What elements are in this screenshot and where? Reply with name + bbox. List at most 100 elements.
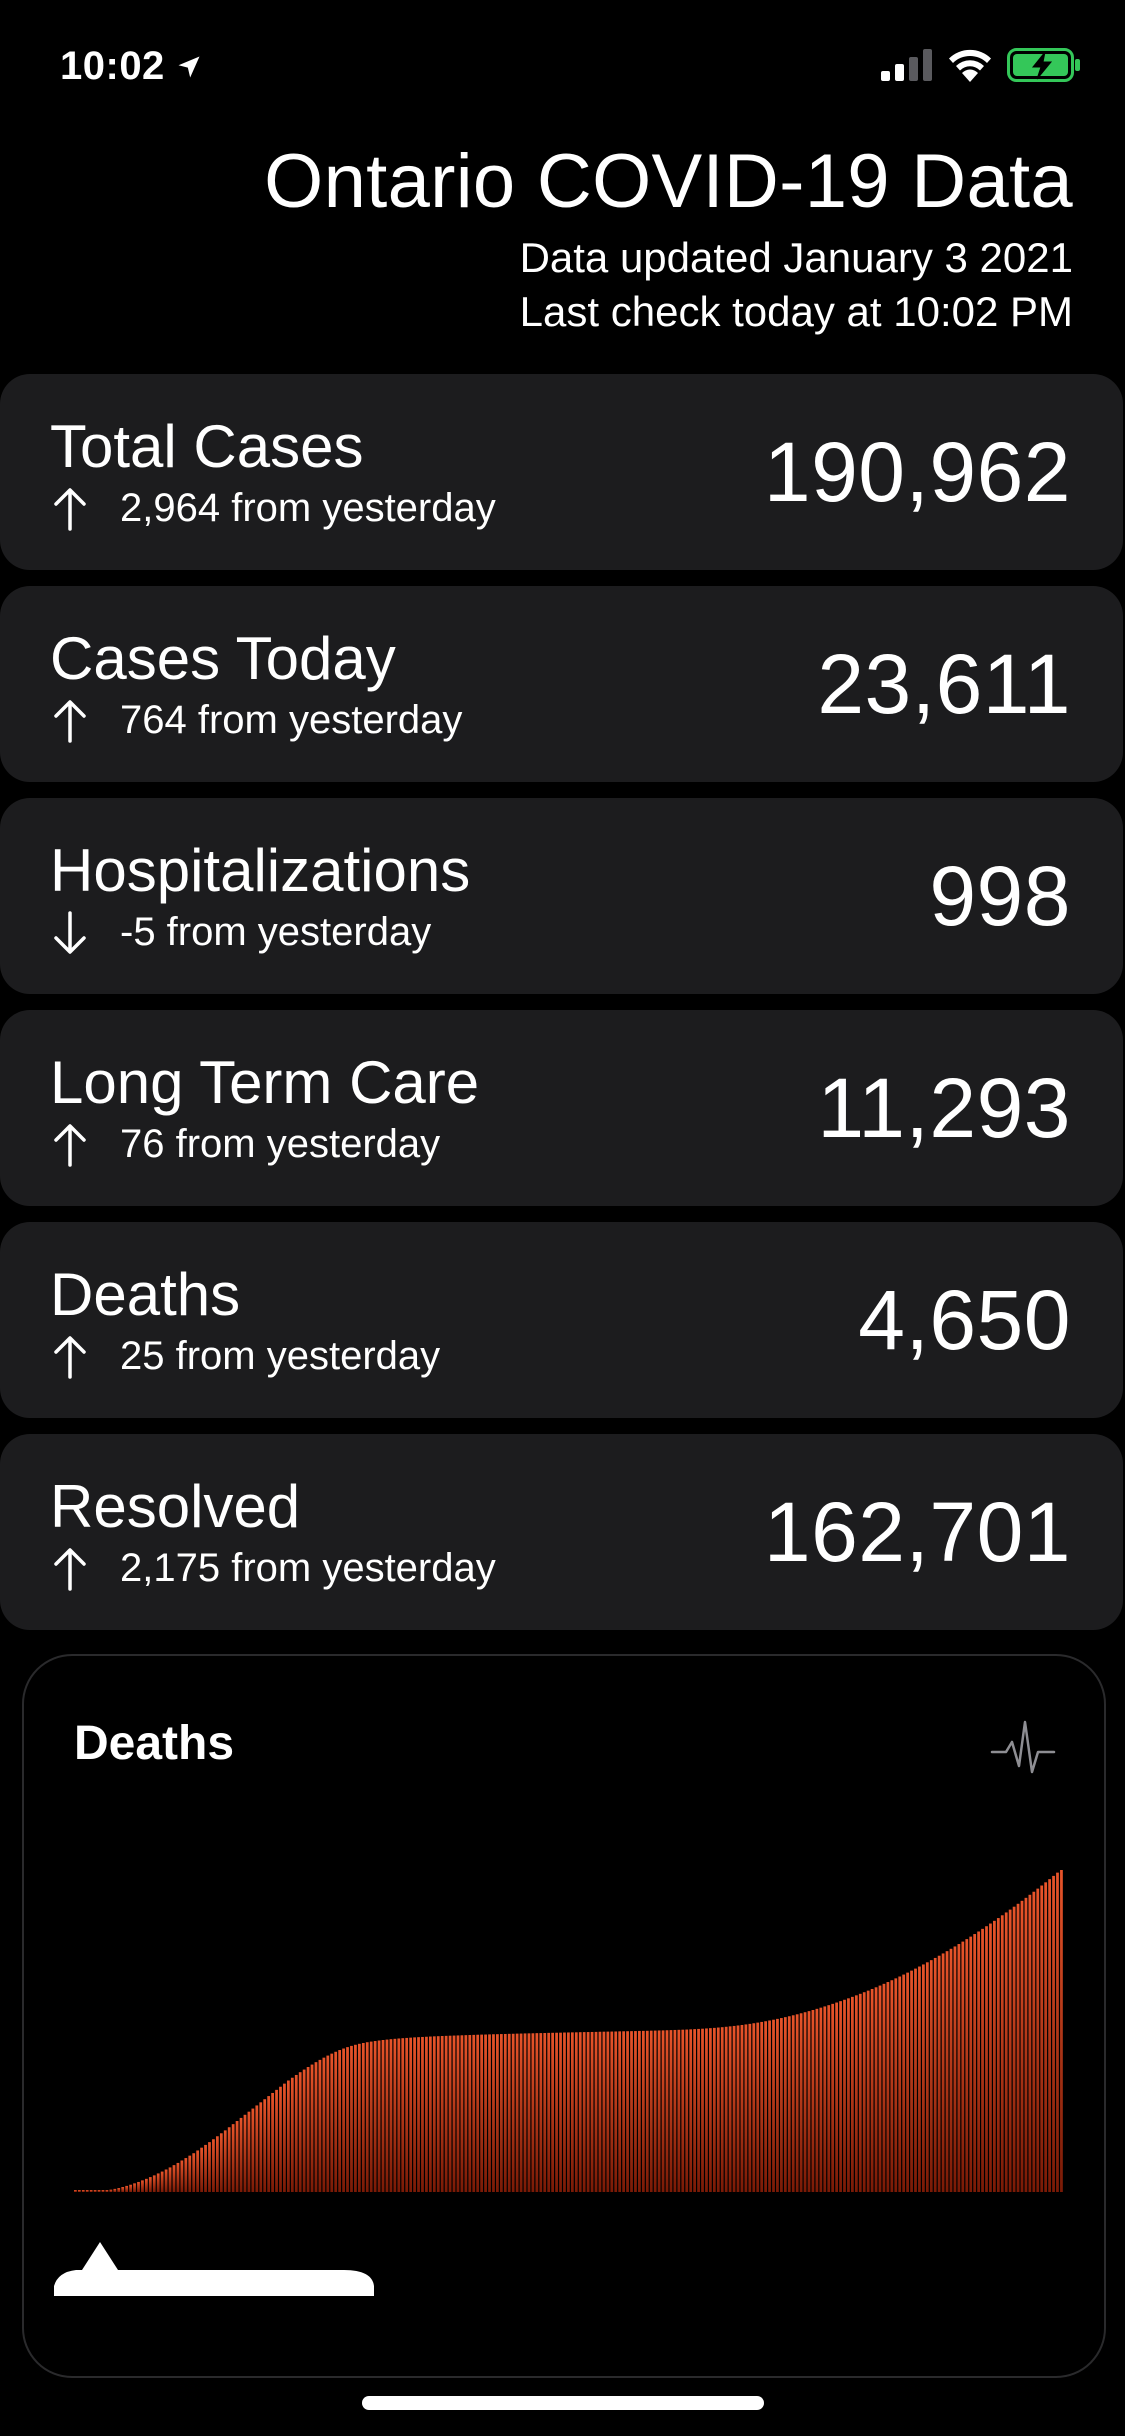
chart-bar — [716, 2027, 720, 2192]
chart-bar — [448, 2035, 452, 2192]
chart-bar — [440, 2035, 444, 2192]
chart-bar — [503, 2033, 507, 2192]
chart-bar — [945, 1951, 949, 2192]
chart-bar — [878, 1985, 882, 2192]
chart-bar — [255, 2105, 259, 2192]
page-title: Ontario COVID-19 Data — [264, 139, 1073, 224]
chart-bar — [74, 2190, 77, 2192]
chart-bar — [294, 2074, 298, 2192]
chart-bar — [227, 2127, 231, 2192]
chart-bar — [357, 2043, 361, 2192]
chart-bar — [847, 1998, 850, 2192]
chart-bar — [701, 2028, 704, 2192]
chart-bar — [981, 1928, 984, 2192]
chart-bar — [712, 2027, 716, 2192]
chart-bar — [653, 2030, 657, 2192]
chart-bar — [417, 2037, 420, 2192]
chart-bar — [724, 2026, 728, 2192]
chart-bar — [614, 2031, 618, 2192]
stat-card-long-term-care[interactable]: Long Term Care 76 from yesterday 11,293 — [0, 1010, 1123, 1206]
chart-bar — [783, 2017, 787, 2192]
chart-bar — [638, 2030, 641, 2192]
chart-bar — [145, 2178, 148, 2192]
chart-bar — [756, 2022, 760, 2192]
chart-bar — [720, 2027, 724, 2192]
chart-bar — [215, 2136, 219, 2192]
stat-delta-text: 76 from yesterday — [120, 1122, 441, 1166]
chart-bar — [188, 2155, 192, 2192]
stat-delta: 25 from yesterday — [50, 1334, 440, 1379]
chart-bar — [977, 1931, 980, 2192]
chart-bar — [196, 2150, 200, 2192]
stat-card-total-cases[interactable]: Total Cases 2,964 from yesterday 190,962 — [0, 374, 1123, 570]
chart-bar — [279, 2086, 282, 2192]
pulse-waveform-icon[interactable] — [990, 1716, 1056, 1782]
chart-bar — [894, 1978, 898, 2192]
stat-card-resolved[interactable]: Resolved 2,175 from yesterday 162,701 — [0, 1434, 1123, 1630]
chart-bar — [606, 2031, 610, 2192]
chart-bar — [531, 2033, 535, 2192]
chart-bar — [965, 1939, 969, 2192]
chart-bar — [787, 2016, 791, 2192]
chart-bar — [322, 2057, 326, 2192]
status-bar: 10:02 — [0, 0, 1125, 140]
chart-bar — [989, 1923, 992, 2192]
chart-scrubber-handle[interactable] — [54, 2236, 374, 2296]
chart-bar — [736, 2025, 740, 2192]
stat-value: 4,650 — [858, 1273, 1071, 1367]
chart-bar — [918, 1966, 921, 2192]
stat-label: Total Cases — [50, 413, 364, 480]
chart-bar — [81, 2190, 85, 2192]
chart-bar — [858, 1993, 862, 2192]
chart-bar — [811, 2010, 815, 2192]
chart-bar — [330, 2053, 334, 2192]
chart-bar — [235, 2121, 239, 2192]
chart-bar — [634, 2031, 637, 2192]
chart-bar — [350, 2045, 353, 2192]
chart-bar — [405, 2037, 409, 2192]
chart-bar — [669, 2030, 673, 2192]
chart-bar — [697, 2028, 700, 2192]
chart-bar — [925, 1962, 929, 2192]
status-time-text: 10:02 — [60, 44, 165, 88]
chart-bar — [1008, 1909, 1012, 2192]
deaths-chart-widget[interactable]: Deaths — [22, 1654, 1106, 2378]
stat-delta-text: 2,964 from yesterday — [120, 486, 496, 530]
chart-bar — [1056, 1872, 1059, 2192]
chart-bar — [539, 2033, 543, 2192]
chart-bar — [476, 2034, 480, 2192]
status-icons — [881, 48, 1081, 82]
chart-bar — [574, 2032, 578, 2192]
chart-bar — [598, 2031, 602, 2192]
chart-bar — [1016, 1903, 1020, 2192]
chart-bar — [685, 2029, 689, 2192]
chart-bar — [799, 2013, 803, 2192]
chart-bar — [436, 2036, 440, 2192]
chart-bar — [488, 2034, 491, 2192]
chart-bar — [1024, 1897, 1028, 2192]
chart-bar — [369, 2041, 373, 2192]
chart-bar — [511, 2033, 515, 2192]
chart-bar — [1004, 1912, 1008, 2192]
chart-bar — [109, 2189, 113, 2192]
stat-card-deaths[interactable]: Deaths 25 from yesterday 4,650 — [0, 1222, 1123, 1418]
chart-bar — [559, 2032, 562, 2192]
chart-bar — [428, 2036, 432, 2192]
stat-card-hospitalizations[interactable]: Hospitalizations -5 from yesterday 998 — [0, 798, 1123, 994]
chart-bar — [776, 2018, 779, 2192]
chart-bar — [527, 2033, 531, 2192]
chart-bar — [172, 2165, 176, 2192]
chart-bar — [673, 2029, 677, 2192]
chart-bar — [807, 2011, 811, 2192]
chart-bar — [456, 2035, 460, 2192]
chart-bar — [886, 1982, 890, 2192]
chart-title: Deaths — [74, 1717, 235, 1770]
chart-bar — [346, 2047, 349, 2192]
chart-bar — [740, 2024, 744, 2192]
chart-bar — [906, 1972, 909, 2192]
chart-bar — [413, 2037, 416, 2192]
stat-card-cases-today[interactable]: Cases Today 764 from yesterday 23,611 — [0, 586, 1123, 782]
chart-bar — [902, 1974, 906, 2192]
home-indicator[interactable] — [362, 2396, 764, 2410]
chart-bar — [141, 2180, 144, 2192]
